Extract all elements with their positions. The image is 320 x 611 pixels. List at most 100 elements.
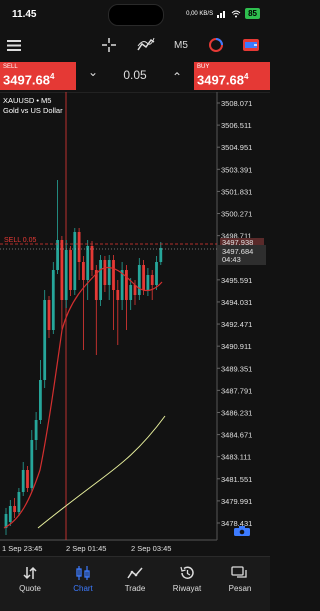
battery-icon: 85 [245,8,260,19]
buy-price-sup: 4 [244,72,249,81]
price-axis-label: 3479.991 [221,497,252,506]
candle-body [116,290,120,300]
buy-price-main: 3497.68 [197,72,244,88]
candle-body [26,470,29,488]
candle-body [107,260,111,285]
candle-body [129,285,133,300]
candle-body [82,262,85,280]
nav-label-trade: Trade [124,584,146,593]
candle-body [77,232,81,262]
chart-toolbar: M5 [0,30,270,60]
candle-body [69,250,72,290]
one-click-trading-bar: SELL 3497.684 ⌄ 0.05 ⌃ BUY 3497.684 [0,62,270,90]
trade-line-icon [127,567,143,579]
nav-history[interactable]: Riwayat [160,565,214,593]
volume-decrease-button[interactable]: ⌄ [88,65,98,79]
history-icon [180,566,194,579]
ma-yellow-line [37,415,166,529]
candle-body [64,250,68,300]
new-order-icon[interactable] [240,36,262,54]
quote-arrows-icon [23,566,37,580]
candles [4,180,163,535]
candle-body [39,380,42,420]
candle-body [146,275,150,290]
sell-label: SELL [3,64,18,70]
candle-body [56,240,59,270]
candle-body [137,265,141,295]
objects-icon[interactable] [206,36,226,54]
price-chart[interactable]: 3508.071 3506.511 3504.951 3503.391 3501.831… [0,92,270,554]
candle-countdown: 04:43 [222,255,241,264]
price-axis-label: 3483.111 [221,453,251,462]
indicators-icon[interactable] [136,36,156,54]
candle-body [112,260,115,290]
candle-body [34,420,38,440]
price-axis-label: 3500.271 [221,210,252,219]
network-speed: 0,00 KB/S [186,10,214,17]
time-label-3: 2 Sep 03:45 [131,544,171,553]
candle-body [73,232,77,290]
sell-price: 3497.684 [3,72,54,87]
price-axis-label: 3508.071 [221,99,252,108]
candle-body [13,506,16,512]
nav-messages[interactable]: Pesan [213,565,267,593]
price-axis-label: 3487.791 [221,386,252,395]
chart-symbol-description: Gold vs US Dollar [3,106,63,115]
nav-quote[interactable]: Quote [3,565,57,593]
status-bar: 11.45 0,00 KB/S 85 [0,0,270,30]
candle-body [43,300,47,380]
screenshot-camera-icon[interactable] [234,526,250,536]
price-axis: 3508.071 3506.511 3504.951 3503.391 3501.831… [217,99,252,528]
timeframe-button[interactable]: M5 [168,36,194,54]
price-axis-label: 3506.511 [221,121,252,130]
volume-value[interactable]: 0.05 [100,68,170,82]
bottom-navigation: Quote Chart Trade Riwayat Pesan [0,556,270,611]
candle-body [86,246,90,280]
nav-label-chart: Chart [73,584,93,593]
price-axis-label: 3490.911 [221,342,252,351]
buy-price: 3497.684 [197,72,248,87]
volume-increase-button[interactable]: ⌃ [172,70,182,84]
time-label-1: 1 Sep 23:45 [2,544,42,553]
price-axis-label: 3481.551 [221,475,252,484]
nav-label-messages: Pesan [228,584,252,593]
candle-body [21,470,25,492]
price-axis-label: 3501.831 [221,187,252,196]
candle-body [155,262,158,285]
moving-averages [3,266,166,529]
signal-icon [217,10,226,18]
nav-label-quote: Quote [19,584,41,593]
sell-button[interactable]: SELL 3497.684 [0,62,76,90]
status-icons: 0,00 KB/S 85 [186,8,260,19]
candle-body [90,246,94,270]
price-axis-label: 3489.351 [221,364,252,373]
price-axis-label: 3503.391 [221,165,252,174]
candle-body [159,248,163,262]
candle-body [17,492,21,512]
candle-body [99,260,102,300]
buy-button[interactable]: BUY 3497.684 [194,62,270,90]
sell-price-sup: 4 [50,72,55,81]
candle-body [142,265,145,290]
crosshair-icon[interactable] [100,36,118,54]
chart-symbol: XAUUSD • M5 [3,96,52,105]
nav-chart[interactable]: Chart [56,565,110,593]
candle-body [150,275,154,285]
candle-body [103,260,107,285]
nav-trade[interactable]: Trade [108,565,162,593]
wifi-icon [231,10,241,17]
sell-price-main: 3497.68 [3,72,50,88]
buy-label: BUY [197,64,210,70]
menu-icon[interactable] [5,36,23,54]
time-label-2: 2 Sep 01:45 [66,544,106,553]
price-axis-label: 3495.591 [221,276,252,285]
candle-body [8,506,12,522]
candle-body [30,440,34,488]
price-axis-label: 3494.031 [221,298,252,307]
sell-line-label: SELL 0.05 [4,237,37,244]
status-time: 11.45 [12,9,37,20]
nav-label-history: Riwayat [172,584,202,593]
candle-body [51,270,55,330]
price-axis-label: 3484.671 [221,431,252,440]
candle-body [47,300,51,330]
